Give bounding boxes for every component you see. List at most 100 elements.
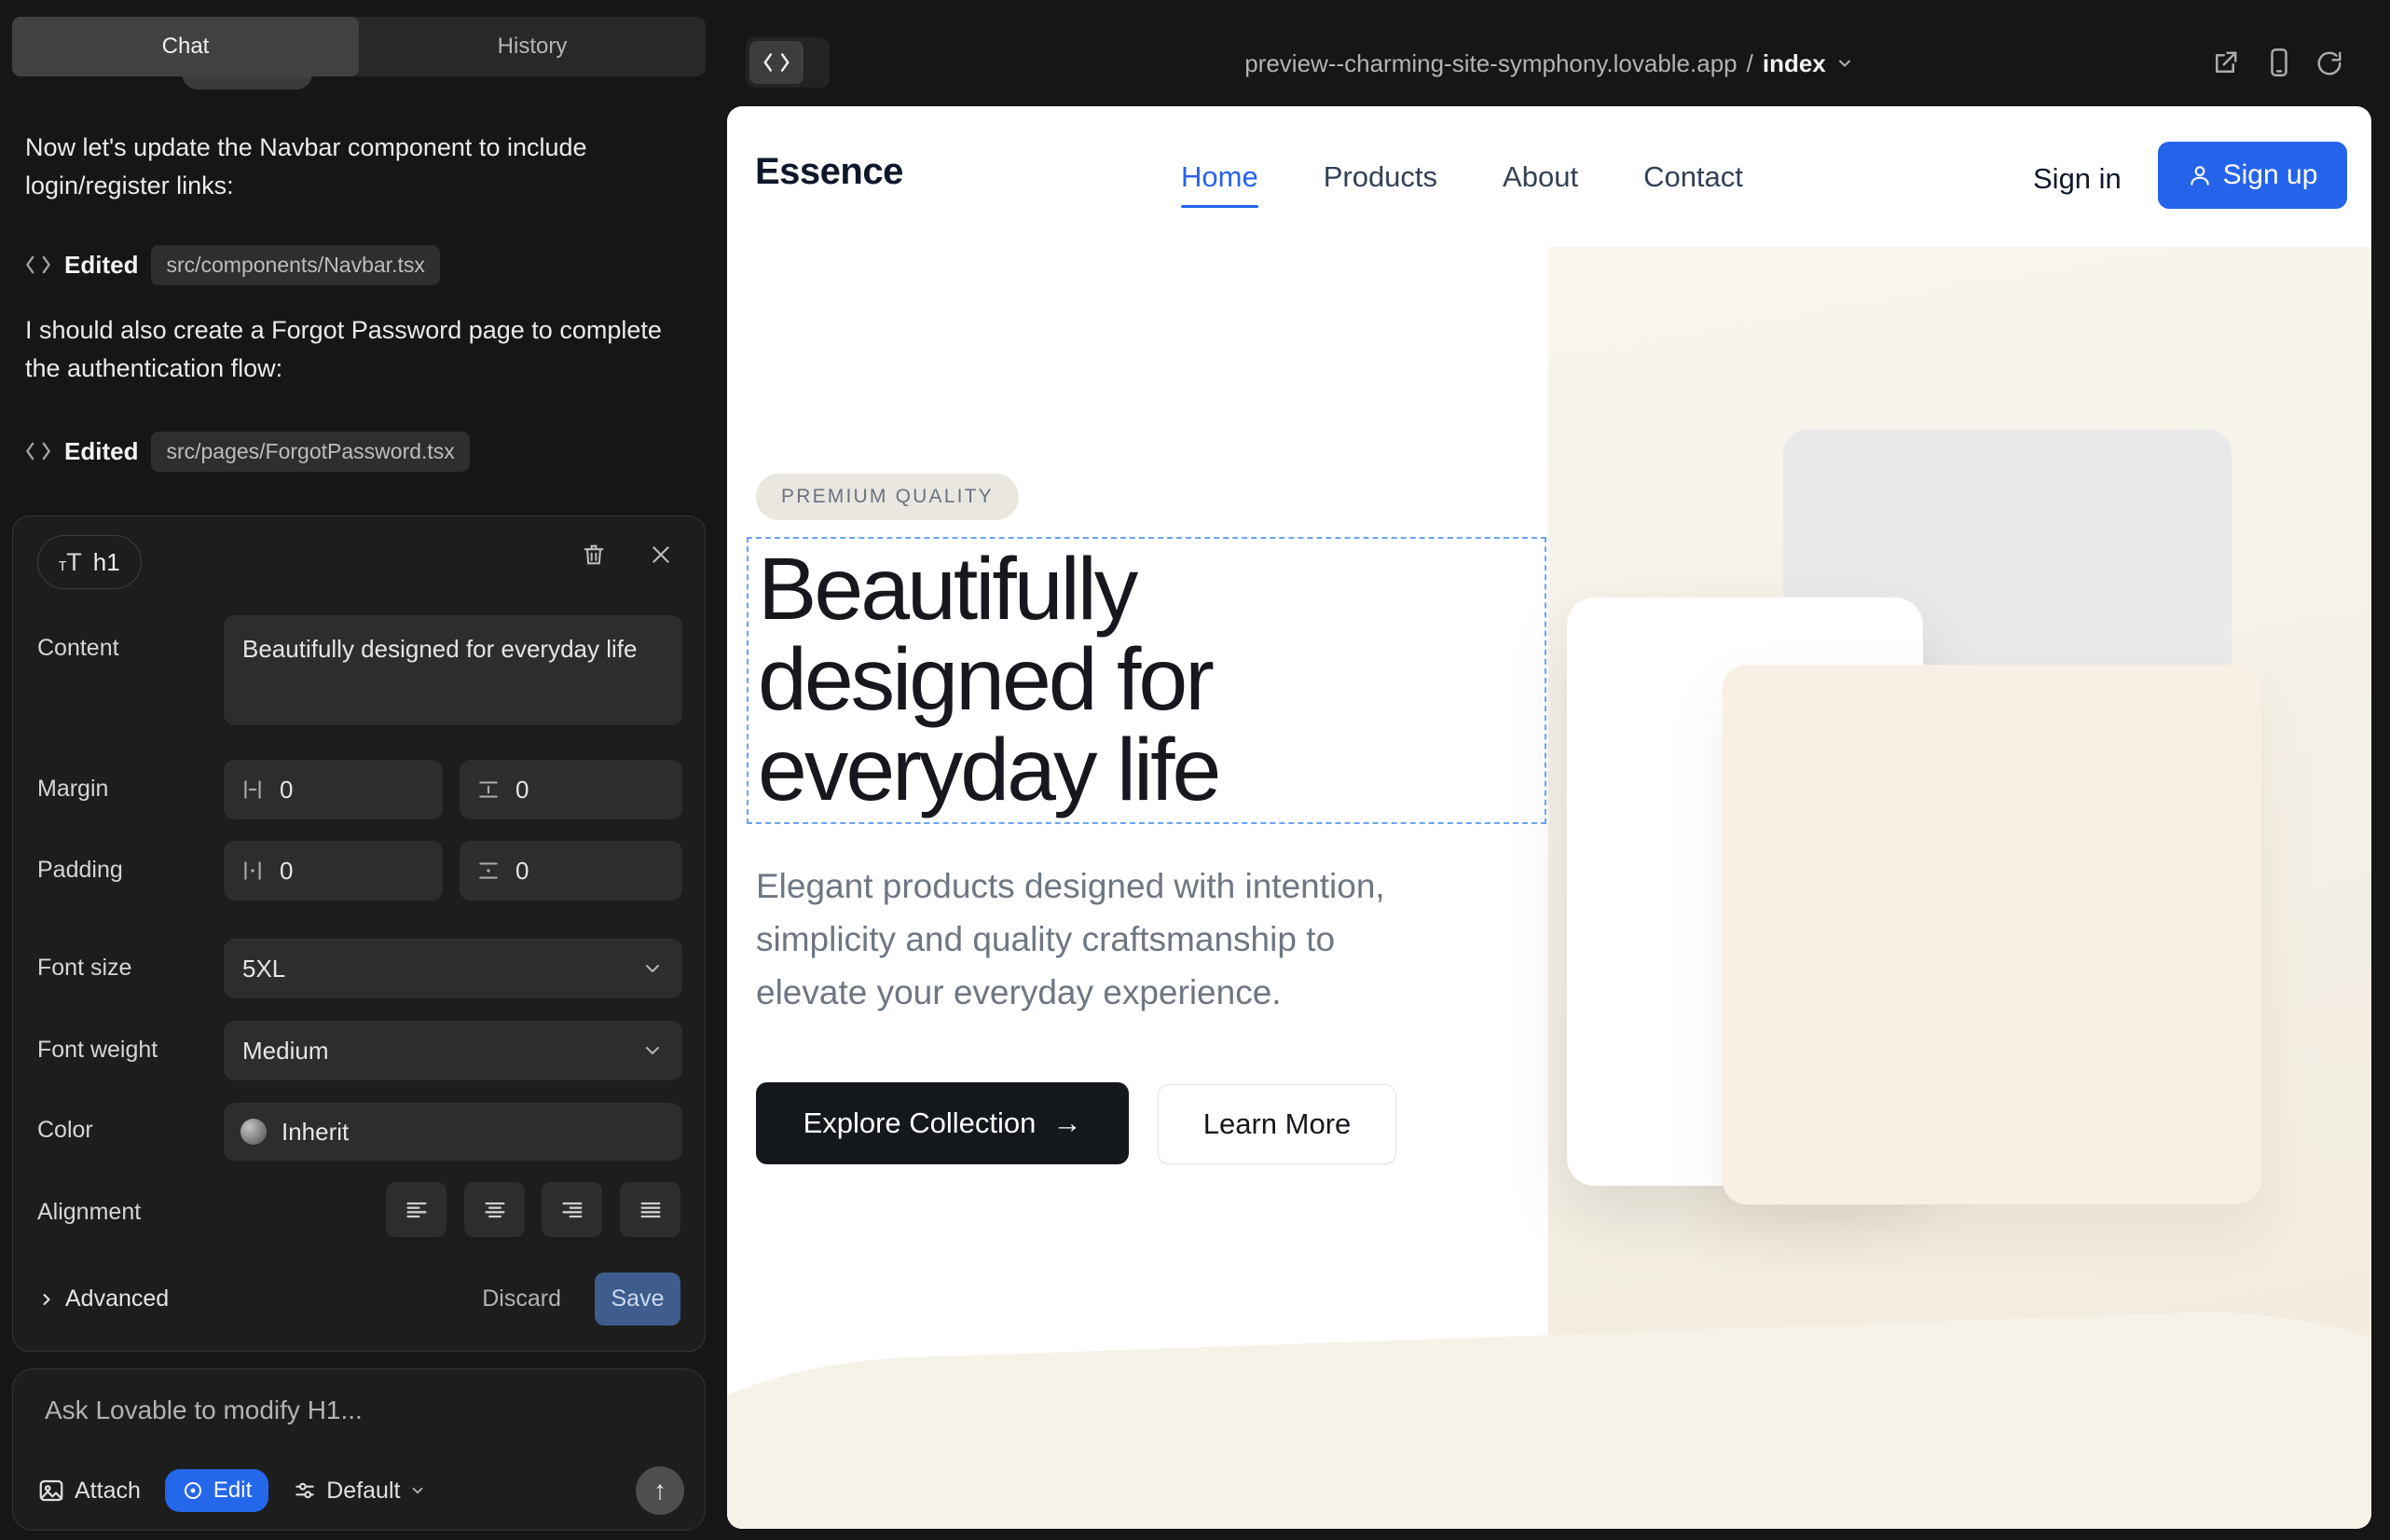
align-center-button[interactable] [464,1182,525,1237]
chat-history-tabbar: Chat History [12,17,706,76]
alignment-label: Alignment [37,1199,141,1226]
font-size-label: Font size [37,955,131,982]
discard-button[interactable]: Discard [482,1286,561,1313]
mode-label: Default [326,1478,400,1505]
learn-more-button[interactable]: Learn More [1158,1084,1396,1164]
font-size-value: 5XL [242,955,285,983]
align-right-icon [559,1197,585,1223]
cta-primary-label: Explore Collection [804,1107,1037,1140]
close-editor-button[interactable] [640,534,681,575]
nav-link-contact[interactable]: Contact [1643,160,1743,194]
hero-subtext: Elegant products designed with intention… [756,859,1385,1019]
hero-curve-shape [727,1303,2371,1529]
align-justify-icon [638,1197,664,1223]
edited-label: Edited [64,437,138,466]
url-page: index [1763,49,1826,78]
url-domain: preview--charming-site-symphony.lovable.… [1244,49,1737,78]
padding-label: Padding [37,857,123,884]
tab-history[interactable]: History [359,17,706,76]
margin-label: Margin [37,776,108,803]
composer-input[interactable]: Ask Lovable to modify H1... [45,1396,363,1425]
composer-toolbar: Attach Edit Default [37,1466,684,1515]
trash-icon [581,542,607,568]
sign-up-button[interactable]: Sign up [2158,142,2347,209]
image-icon [37,1477,65,1505]
color-value: Inherit [282,1118,349,1147]
color-select[interactable]: Inherit [224,1103,682,1161]
file-chip[interactable]: src/components/Navbar.tsx [151,245,439,285]
edited-label: Edited [64,251,138,280]
chevron-down-icon [1835,54,1854,73]
headline-line: everyday life [758,725,1218,816]
color-swatch [240,1119,267,1145]
text-size-icon: тT [59,548,82,577]
edit-mode-button[interactable]: Edit [165,1469,268,1512]
padding-y-input[interactable]: 0 [460,841,682,901]
advanced-toggle[interactable]: Advanced [37,1286,169,1313]
align-justify-button[interactable] [620,1182,680,1237]
font-weight-label: Font weight [37,1037,158,1064]
headline-line: Beautifully [758,544,1218,635]
element-tag-label: h1 [93,548,120,577]
align-left-button[interactable] [386,1182,446,1237]
close-icon [649,543,673,567]
selected-element-pill: тT h1 [37,535,142,589]
chat-composer: Ask Lovable to modify H1... Attach Edit … [12,1368,706,1531]
user-icon [2188,163,2212,187]
padding-x-input[interactable]: 0 [224,841,443,901]
padding-y-value: 0 [515,857,529,886]
margin-vertical-icon [476,777,501,802]
editor-footer: Advanced Discard Save [37,1272,680,1326]
padding-horizontal-icon [240,859,265,883]
chat-message: Now let's update the Navbar component to… [25,129,659,205]
site-logo[interactable]: Essence [755,151,903,193]
sign-in-link[interactable]: Sign in [2033,162,2122,196]
lovable-workspace: Chat History Now let's update the Navbar… [0,0,2390,1540]
hero-decor-beige-card [1723,665,2261,1204]
code-view-toggle[interactable] [746,37,830,88]
code-icon [25,254,51,275]
subtext-line: simplicity and quality craftsmanship to [756,913,1385,966]
send-button[interactable] [636,1466,684,1515]
content-input[interactable]: Beautifully designed for everyday life [224,615,682,725]
margin-y-input[interactable]: 0 [460,760,682,819]
preview-url-bar[interactable]: preview--charming-site-symphony.lovable.… [727,45,2371,82]
subtext-line: Elegant products designed with intention… [756,859,1385,913]
chevron-down-icon [409,1482,426,1499]
font-weight-select[interactable]: Medium [224,1021,682,1080]
element-editor-panel: тT h1 Content Beautifully designed for e… [12,516,706,1352]
sliders-icon [293,1478,317,1503]
nav-link-about[interactable]: About [1503,160,1578,194]
mode-select[interactable]: Default [293,1478,426,1505]
advanced-label: Advanced [65,1286,169,1313]
content-label: Content [37,635,119,662]
padding-vertical-icon [476,859,501,883]
margin-x-value: 0 [280,776,293,804]
file-chip[interactable]: src/pages/ForgotPassword.tsx [151,432,469,472]
nav-link-home[interactable]: Home [1181,160,1258,208]
nav-link-products[interactable]: Products [1324,160,1437,194]
margin-x-input[interactable]: 0 [224,760,443,819]
explore-collection-button[interactable]: Explore Collection [756,1082,1129,1164]
save-button[interactable]: Save [595,1272,680,1326]
attach-button[interactable]: Attach [37,1477,141,1505]
target-icon [182,1479,204,1502]
margin-horizontal-icon [240,777,265,802]
chevron-down-icon [641,1039,664,1062]
hero-badge: PREMIUM QUALITY [756,474,1019,520]
chevron-right-icon [37,1290,56,1309]
edited-file-row: Edited src/components/Navbar.tsx [25,244,440,285]
site-nav: Home Products About Contact [1181,160,1743,208]
hero-headline[interactable]: Beautifully designed for everyday life [758,544,1218,816]
align-center-icon [482,1197,508,1223]
edited-file-row: Edited src/pages/ForgotPassword.tsx [25,431,470,472]
color-label: Color [37,1117,93,1144]
align-right-button[interactable] [542,1182,602,1237]
font-size-select[interactable]: 5XL [224,939,682,998]
headline-line: designed for [758,635,1218,725]
chat-message: I should also create a Forgot Password p… [25,311,678,388]
delete-element-button[interactable] [573,534,614,575]
align-left-icon [404,1197,430,1223]
tab-chat[interactable]: Chat [12,17,359,76]
code-icon [749,41,804,84]
